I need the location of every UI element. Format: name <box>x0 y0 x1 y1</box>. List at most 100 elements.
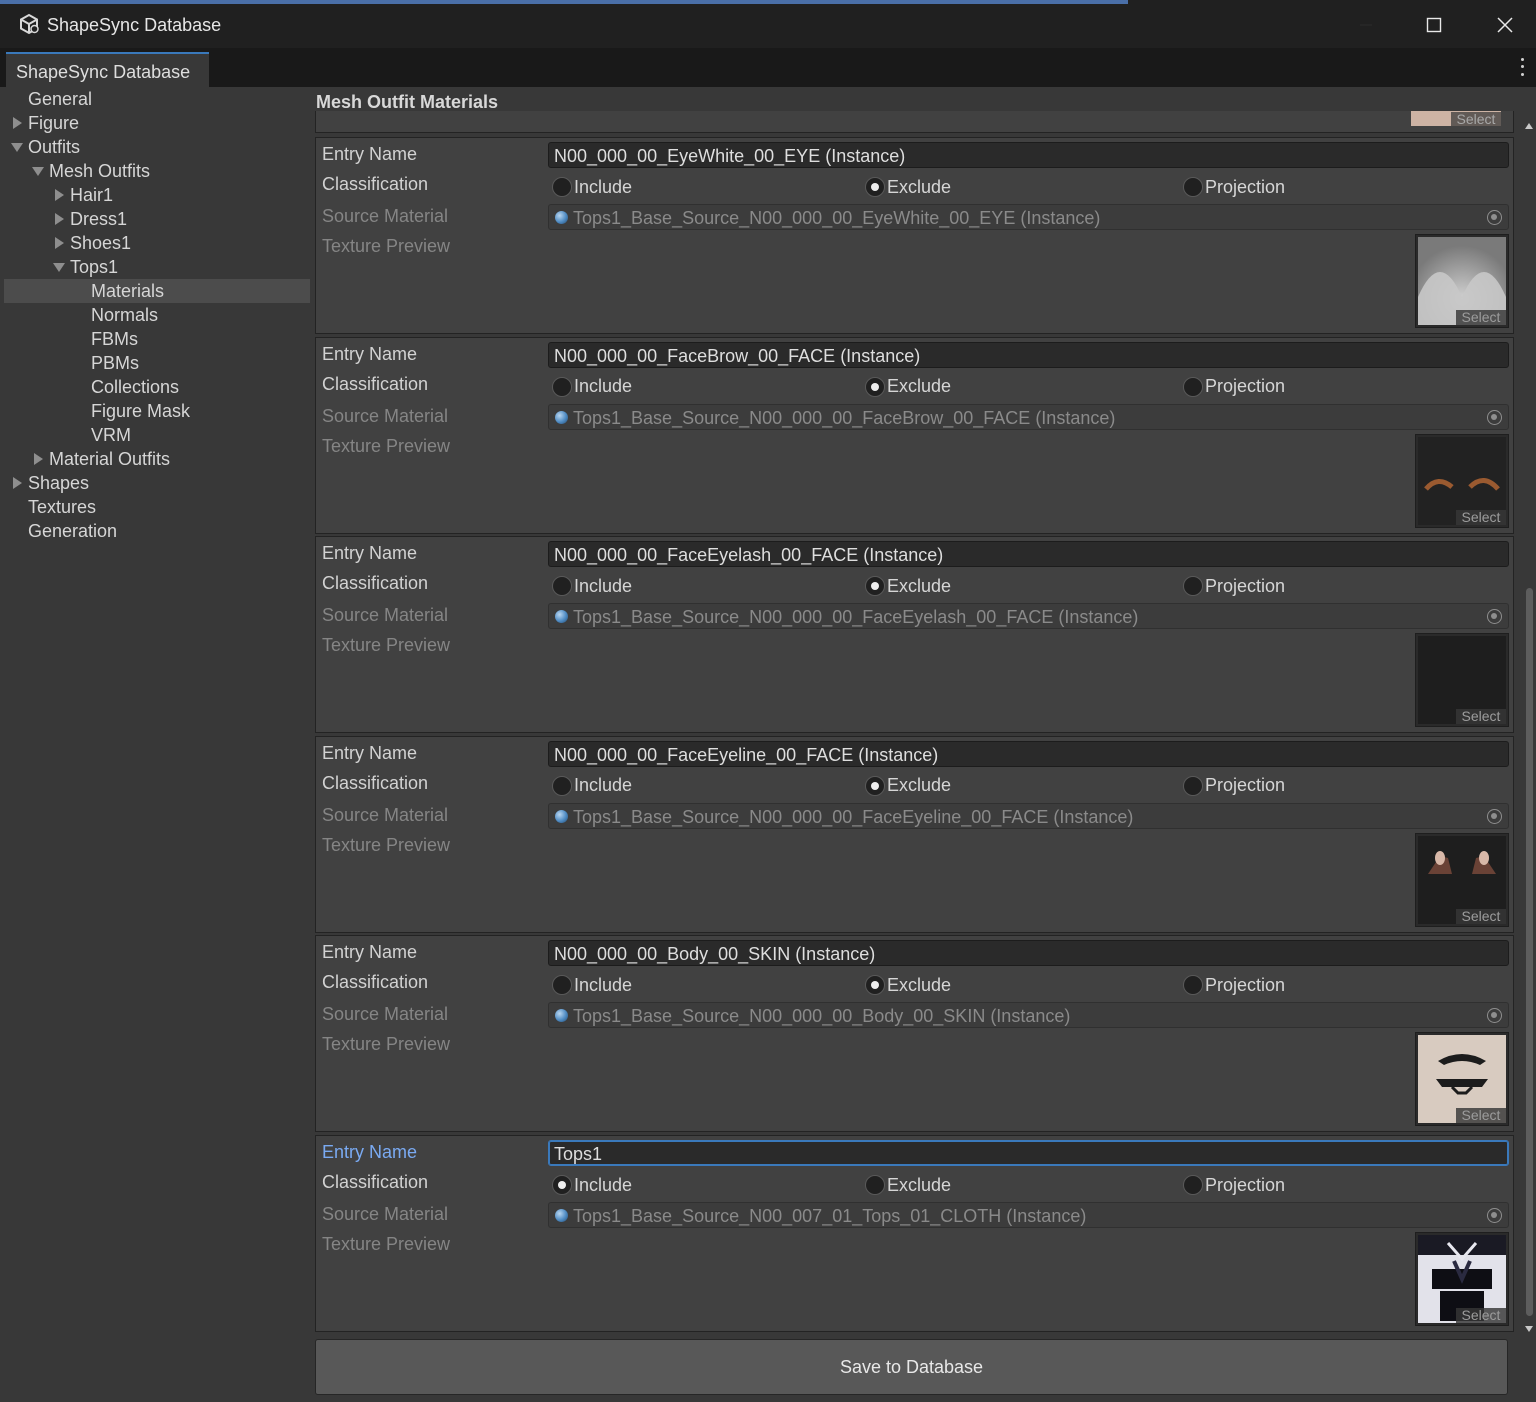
source-material-field[interactable]: Tops1_Base_Source_N00_000_00_FaceEyeline… <box>548 802 1509 829</box>
minimize-button[interactable] <box>1346 8 1386 42</box>
object-picker-icon[interactable] <box>1487 808 1502 824</box>
object-picker-icon[interactable] <box>1487 409 1502 425</box>
radio-include[interactable]: Include <box>552 1172 632 1198</box>
texture-preview-thumbnail[interactable]: Select <box>1415 1032 1509 1127</box>
radio-include[interactable]: Include <box>552 573 632 599</box>
collapsed-arrow-icon[interactable] <box>10 111 24 135</box>
sidebar-item-general[interactable]: General <box>4 87 310 111</box>
sidebar-item-materials[interactable]: Materials <box>4 279 310 303</box>
object-picker-icon[interactable] <box>1487 210 1502 225</box>
sidebar-item-collections[interactable]: Collections <box>4 375 310 399</box>
select-button[interactable]: Select <box>1456 908 1506 924</box>
radio-projection[interactable]: Projection <box>1183 972 1285 998</box>
radio-selected-icon[interactable] <box>552 1175 572 1195</box>
radio-projection[interactable]: Projection <box>1183 1172 1285 1198</box>
collapsed-arrow-icon[interactable] <box>52 183 66 207</box>
source-material-field[interactable]: Tops1_Base_Source_N00_007_01_Tops_01_CLO… <box>548 1202 1509 1228</box>
texture-preview-thumbnail[interactable]: Select <box>1415 234 1509 328</box>
entry-name-input[interactable]: N00_000_00_Body_00_SKIN (Instance) <box>548 940 1509 967</box>
select-button[interactable]: Select <box>1451 112 1501 126</box>
collapsed-arrow-icon[interactable] <box>10 471 24 495</box>
scrollbar-thumb[interactable] <box>1526 588 1533 1316</box>
radio-selected-icon[interactable] <box>865 376 885 397</box>
maximize-button[interactable] <box>1414 8 1454 42</box>
radio-exclude[interactable]: Exclude <box>865 174 951 200</box>
sidebar-item-figure[interactable]: Figure <box>4 111 310 135</box>
sidebar-item-dress1[interactable]: Dress1 <box>4 207 310 231</box>
entry-name-input[interactable]: N00_000_00_FaceEyelash_00_FACE (Instance… <box>548 541 1509 568</box>
sidebar-item-outfits[interactable]: Outfits <box>4 135 310 159</box>
texture-preview-thumbnail[interactable]: Select <box>1415 1232 1509 1326</box>
radio-include[interactable]: Include <box>552 972 632 998</box>
radio-unselected-icon[interactable] <box>552 576 572 597</box>
radio-unselected-icon[interactable] <box>1183 576 1203 597</box>
radio-exclude[interactable]: Exclude <box>865 573 951 599</box>
radio-include[interactable]: Include <box>552 174 632 200</box>
select-button[interactable]: Select <box>1456 1108 1506 1124</box>
texture-preview-thumbnail[interactable]: Select <box>1415 832 1509 927</box>
source-material-field[interactable]: Tops1_Base_Source_N00_000_00_Body_00_SKI… <box>548 1002 1509 1029</box>
sidebar-item-shoes1[interactable]: Shoes1 <box>4 231 310 255</box>
sidebar-item-normals[interactable]: Normals <box>4 303 310 327</box>
vertical-scrollbar[interactable] <box>1523 111 1536 1334</box>
radio-include[interactable]: Include <box>552 773 632 799</box>
radio-include[interactable]: Include <box>552 374 632 400</box>
sidebar-item-textures[interactable]: Textures <box>4 495 310 519</box>
source-material-field[interactable]: Tops1_Base_Source_N00_000_00_FaceEyelash… <box>548 603 1509 630</box>
entry-name-input[interactable]: Tops1 <box>548 1140 1509 1166</box>
select-button[interactable]: Select <box>1456 509 1506 525</box>
save-to-database-button[interactable]: Save to Database <box>315 1339 1508 1395</box>
radio-exclude[interactable]: Exclude <box>865 773 951 799</box>
sidebar-item-generation[interactable]: Generation <box>4 519 310 543</box>
radio-selected-icon[interactable] <box>865 576 885 597</box>
collapsed-arrow-icon[interactable] <box>31 447 45 471</box>
select-button[interactable]: Select <box>1456 310 1506 325</box>
sidebar-item-vrm[interactable]: VRM <box>4 423 310 447</box>
tab-shapesync-database[interactable]: ShapeSync Database <box>6 52 209 87</box>
expanded-arrow-icon[interactable] <box>31 159 45 183</box>
collapsed-arrow-icon[interactable] <box>52 231 66 255</box>
object-picker-icon[interactable] <box>1487 609 1502 625</box>
radio-exclude[interactable]: Exclude <box>865 374 951 400</box>
expanded-arrow-icon[interactable] <box>52 255 66 279</box>
source-material-field[interactable]: Tops1_Base_Source_N00_000_00_FaceBrow_00… <box>548 403 1509 430</box>
radio-selected-icon[interactable] <box>865 975 885 996</box>
radio-unselected-icon[interactable] <box>1183 1175 1203 1195</box>
radio-unselected-icon[interactable] <box>552 775 572 796</box>
object-picker-icon[interactable] <box>1487 1208 1502 1223</box>
sidebar-item-figure-mask[interactable]: Figure Mask <box>4 399 310 423</box>
radio-projection[interactable]: Projection <box>1183 374 1285 400</box>
scroll-up-arrow-icon[interactable] <box>1525 123 1533 129</box>
entry-name-input[interactable]: N00_000_00_EyeWhite_00_EYE (Instance) <box>548 142 1509 168</box>
sidebar-item-shapes[interactable]: Shapes <box>4 471 310 495</box>
sidebar-item-mesh-outfits[interactable]: Mesh Outfits <box>4 159 310 183</box>
sidebar-item-hair1[interactable]: Hair1 <box>4 183 310 207</box>
sidebar-item-pbms[interactable]: PBMs <box>4 351 310 375</box>
radio-projection[interactable]: Projection <box>1183 573 1285 599</box>
select-button[interactable]: Select <box>1456 709 1506 725</box>
radio-unselected-icon[interactable] <box>552 177 572 197</box>
radio-projection[interactable]: Projection <box>1183 773 1285 799</box>
texture-preview-thumbnail[interactable]: Select <box>1415 633 1509 728</box>
source-material-field[interactable]: Tops1_Base_Source_N00_000_00_EyeWhite_00… <box>548 204 1509 230</box>
radio-projection[interactable]: Projection <box>1183 174 1285 200</box>
sidebar-item-tops1[interactable]: Tops1 <box>4 255 310 279</box>
sidebar-item-material-outfits[interactable]: Material Outfits <box>4 447 310 471</box>
radio-exclude[interactable]: Exclude <box>865 972 951 998</box>
expanded-arrow-icon[interactable] <box>10 135 24 159</box>
sidebar-item-fbms[interactable]: FBMs <box>4 327 310 351</box>
select-button[interactable]: Select <box>1456 1308 1506 1323</box>
entry-name-input[interactable]: N00_000_00_FaceBrow_00_FACE (Instance) <box>548 341 1509 368</box>
more-options-icon[interactable] <box>1516 56 1528 78</box>
radio-unselected-icon[interactable] <box>1183 376 1203 397</box>
radio-exclude[interactable]: Exclude <box>865 1172 951 1198</box>
entries-scroll-view[interactable]: Select Entry Name Classification Source Ma… <box>310 111 1520 1334</box>
radio-unselected-icon[interactable] <box>1183 975 1203 996</box>
radio-unselected-icon[interactable] <box>1183 177 1203 197</box>
scroll-down-arrow-icon[interactable] <box>1525 1326 1533 1332</box>
radio-selected-icon[interactable] <box>865 775 885 796</box>
radio-unselected-icon[interactable] <box>865 1175 885 1195</box>
object-picker-icon[interactable] <box>1487 1008 1502 1024</box>
close-button[interactable] <box>1485 8 1525 42</box>
collapsed-arrow-icon[interactable] <box>52 207 66 231</box>
